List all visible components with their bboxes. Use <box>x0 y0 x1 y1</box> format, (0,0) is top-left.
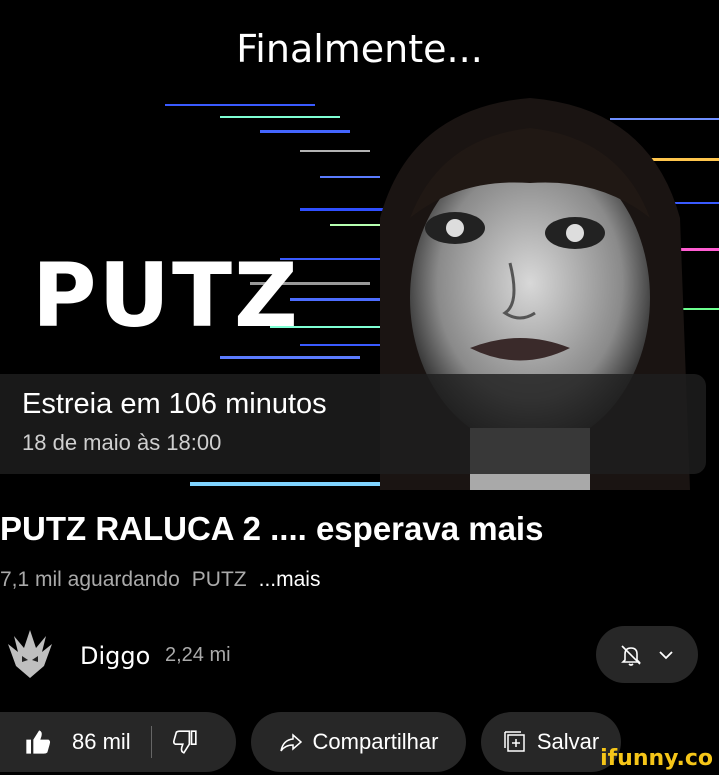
premiere-banner: Estreia em 106 minutos 18 de maio às 18:… <box>0 374 706 474</box>
ifunny-watermark: ifunny.co <box>600 746 713 771</box>
more-link[interactable]: ...mais <box>259 568 321 592</box>
thumbs-up-icon <box>26 730 51 754</box>
avatar[interactable] <box>0 624 60 684</box>
like-button[interactable]: 86 mil <box>0 728 131 756</box>
brand-text: PUTZ <box>32 244 300 347</box>
subscriber-count: 2,24 mi <box>165 644 231 666</box>
like-count: 86 mil <box>72 729 131 754</box>
premiere-title: Estreia em 106 minutos <box>22 388 327 420</box>
share-icon <box>279 733 302 752</box>
notification-button[interactable] <box>596 626 698 683</box>
meme-caption: Finalmente... <box>236 27 483 71</box>
premiere-date: 18 de maio às 18:00 <box>22 430 222 455</box>
channel-row: Diggo 2,24 mi <box>0 622 719 688</box>
share-button[interactable]: Compartilhar <box>251 712 466 772</box>
save-icon <box>504 731 525 752</box>
channel-name[interactable]: Diggo <box>80 642 150 670</box>
share-label: Compartilhar <box>312 729 439 754</box>
video-meta[interactable]: 7,1 mil aguardando PUTZ ...mais <box>0 568 320 592</box>
bell-off-icon <box>621 644 641 666</box>
waiting-count: 7,1 mil aguardando <box>0 568 180 591</box>
dislike-button[interactable] <box>152 729 198 755</box>
video-title: PUTZ RALUCA 2 .... esperava mais <box>0 510 544 547</box>
like-dislike-group: 86 mil <box>0 712 236 772</box>
save-label: Salvar <box>536 729 600 754</box>
channel-tag: PUTZ <box>191 568 247 591</box>
thumbs-down-icon <box>172 730 197 754</box>
chevron-down-icon <box>659 650 673 659</box>
